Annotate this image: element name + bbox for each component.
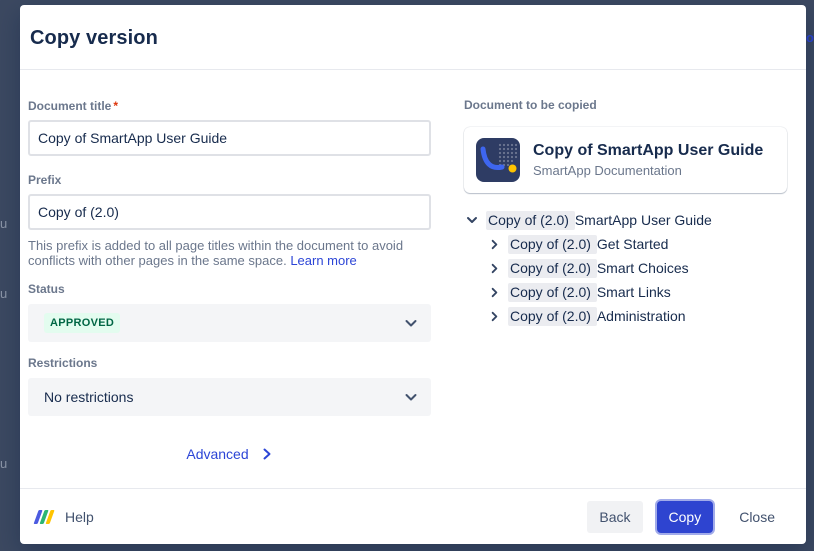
prefix-input[interactable] [28,194,431,230]
page-tree: Copy of (2.0) SmartApp User Guide Copy o… [464,208,787,328]
chevron-down-icon [403,389,419,405]
dialog-footer: Help Back Copy Close [20,488,806,544]
chevron-collapsed-icon[interactable] [486,260,502,276]
prefix-label: Prefix [28,172,431,188]
tree-root-label: Copy of (2.0) SmartApp User Guide [486,212,712,228]
copy-form: Document title* Prefix This prefix is ad… [28,98,431,488]
tree-prefix-highlight: Copy of (2.0) [508,283,597,302]
chevron-right-icon [261,448,273,460]
tree-prefix-highlight: Copy of (2.0) [486,211,575,230]
chevron-down-icon [403,315,419,331]
tree-root-title: SmartApp User Guide [575,212,712,228]
status-badge: APPROVED [44,313,120,333]
dialog-title: Copy version [30,27,796,50]
copy-preview: Document to be copied [464,98,787,488]
tree-child-label: Copy of (2.0) Get Started [508,236,668,252]
tree-child-label: Copy of (2.0) Smart Choices [508,260,689,276]
chevron-expanded-icon[interactable] [464,212,480,228]
advanced-link-label: Advanced [186,446,248,462]
help-label: Help [65,509,94,525]
tree-prefix-highlight: Copy of (2.0) [508,307,597,326]
tree-child-label: Copy of (2.0) Smart Links [508,284,671,300]
help-button[interactable]: Help [33,509,94,525]
restrictions-label: Restrictions [28,355,431,371]
backdrop-text-fragment: o [806,30,814,45]
chevron-collapsed-icon[interactable] [486,284,502,300]
backdrop-text-fragment: u [0,286,7,301]
tree-child-row[interactable]: Copy of (2.0) Administration [486,304,787,328]
tree-child-label: Copy of (2.0) Administration [508,308,686,324]
tree-child-row[interactable]: Copy of (2.0) Smart Choices [486,256,787,280]
document-card: Copy of SmartApp User Guide SmartApp Doc… [464,127,787,193]
chevron-collapsed-icon[interactable] [486,308,502,324]
prefix-help-text: This prefix is added to all page titles … [28,238,428,268]
back-button[interactable]: Back [587,501,642,533]
tree-prefix-highlight: Copy of (2.0) [508,235,597,254]
tree-prefix-highlight: Copy of (2.0) [508,259,597,278]
tree-child-title: Smart Choices [597,260,689,276]
tree-child-title: Smart Links [597,284,671,300]
restrictions-value: No restrictions [44,389,133,405]
tree-child-title: Administration [597,308,686,324]
document-title-label: Document title* [28,98,431,114]
status-label: Status [28,281,431,297]
learn-more-link[interactable]: Learn more [290,253,356,268]
status-select[interactable]: APPROVED [28,304,431,342]
copy-button[interactable]: Copy [657,501,714,533]
tree-root-row[interactable]: Copy of (2.0) SmartApp User Guide [464,208,787,232]
document-card-title: Copy of SmartApp User Guide [533,141,763,161]
advanced-toggle[interactable]: Advanced [28,446,431,462]
document-title-input[interactable] [28,120,431,156]
dialog-header: Copy version [20,5,806,70]
chevron-collapsed-icon[interactable] [486,236,502,252]
close-button[interactable]: Close [727,501,787,533]
tree-child-row[interactable]: Copy of (2.0) Smart Links [486,280,787,304]
document-cover-icon [476,138,520,182]
dialog-body: Document title* Prefix This prefix is ad… [20,70,806,488]
app-logo-icon [33,509,55,525]
document-card-subtitle: SmartApp Documentation [533,162,763,179]
preview-heading: Document to be copied [464,98,787,112]
required-asterisk: * [113,99,118,113]
backdrop-text-fragment: u [0,456,7,471]
tree-child-row[interactable]: Copy of (2.0) Get Started [486,232,787,256]
document-title-label-text: Document title [28,99,111,113]
copy-version-dialog: Copy version Document title* Prefix This… [20,5,806,544]
restrictions-select[interactable]: No restrictions [28,378,431,416]
tree-child-title: Get Started [597,236,669,252]
document-card-text: Copy of SmartApp User Guide SmartApp Doc… [533,141,763,179]
backdrop-text-fragment: u [0,216,7,231]
